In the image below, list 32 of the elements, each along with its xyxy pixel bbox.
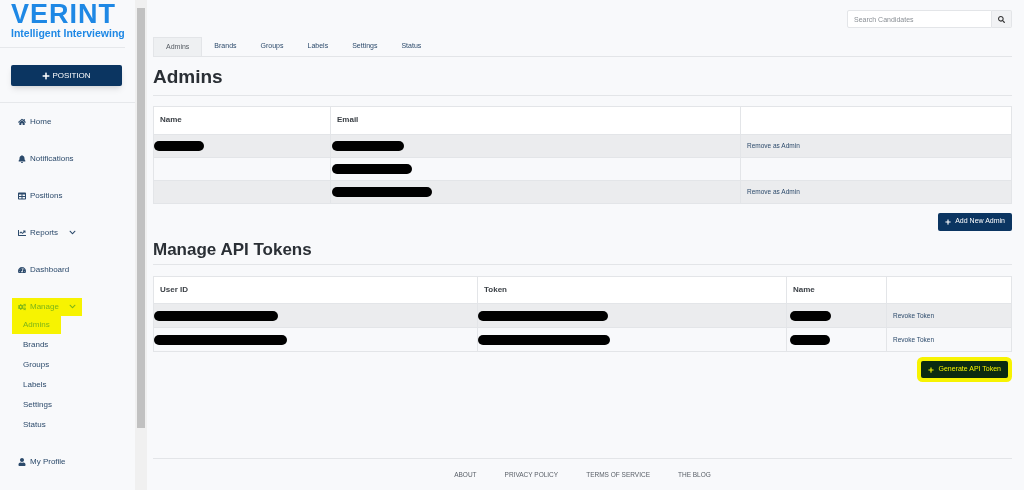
submenu-item[interactable]: Labels <box>12 376 58 394</box>
section-heading: Manage API Tokens <box>153 230 1012 265</box>
section-heading: Admins <box>153 57 1012 96</box>
home-icon <box>18 117 26 126</box>
logo-tagline: Intelligent Interviewing <box>11 27 125 39</box>
nav-item[interactable]: My Profile <box>12 452 72 471</box>
plus-icon <box>42 71 51 80</box>
nav-item[interactable]: Reports <box>12 223 82 242</box>
gauge-icon <box>18 265 26 274</box>
new-position-button[interactable]: POSITION <box>11 65 122 86</box>
line-chart-icon <box>18 228 26 237</box>
caret-icon <box>69 229 76 236</box>
nav-item[interactable]: Home <box>12 112 58 131</box>
submenu-item[interactable]: Groups <box>12 356 61 374</box>
plus-icon <box>928 366 935 373</box>
plus-icon <box>945 218 952 225</box>
logo-wordmark: VERINT <box>11 1 117 27</box>
search-button[interactable] <box>992 10 1012 28</box>
table-icon <box>18 191 26 200</box>
column-header: Name <box>154 106 331 134</box>
bell-icon <box>18 154 26 163</box>
nav-item[interactable]: Notifications <box>12 149 80 168</box>
user-icon <box>18 457 26 466</box>
column-header: Email <box>331 106 741 134</box>
submenu-item[interactable]: Status <box>12 416 57 434</box>
submenu-item[interactable]: Settings <box>12 396 63 414</box>
nav-item[interactable]: Dashboard <box>12 260 76 279</box>
search-icon <box>998 15 1005 23</box>
gears-icon <box>18 302 26 311</box>
nav-item[interactable]: Positions <box>12 186 69 205</box>
caret-icon <box>69 303 76 310</box>
submenu-item[interactable]: Brands <box>12 336 60 354</box>
